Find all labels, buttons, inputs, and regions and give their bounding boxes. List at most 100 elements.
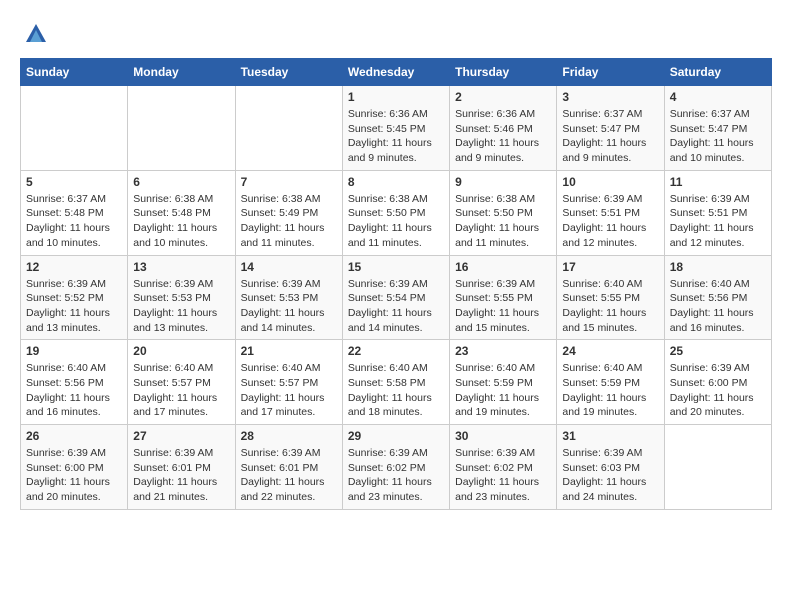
calendar-cell: 23Sunrise: 6:40 AMSunset: 5:59 PMDayligh… [450,340,557,425]
day-info: Sunrise: 6:39 AMSunset: 5:52 PMDaylight:… [26,277,122,336]
day-info: Sunrise: 6:36 AMSunset: 5:46 PMDaylight:… [455,107,551,166]
weekday-header-cell: Wednesday [342,59,449,86]
day-number: 9 [455,175,551,189]
calendar-cell: 1 Sunrise: 6:36 AMSunset: 5:45 PMDaylight… [342,86,449,171]
day-number: 20 [133,344,229,358]
day-number: 12 [26,260,122,274]
day-number: 8 [348,175,444,189]
calendar-cell: 9 Sunrise: 6:38 AMSunset: 5:50 PMDaylight… [450,170,557,255]
day-number: 13 [133,260,229,274]
weekday-header-cell: Sunday [21,59,128,86]
calendar-cell: 6 Sunrise: 6:38 AMSunset: 5:48 PMDaylight… [128,170,235,255]
calendar-cell: 27Sunrise: 6:39 AMSunset: 6:01 PMDayligh… [128,425,235,510]
calendar-cell: 20 Sunrise: 6:40 AMSunset: 5:57 PMDayligh… [128,340,235,425]
calendar-cell: 17 Sunrise: 6:40 AMSunset: 5:55 PMDayligh… [557,255,664,340]
calendar-cell: 25 Sunrise: 6:39 AMSunset: 6:00 PMDayligh… [664,340,771,425]
calendar-cell: 28 Sunrise: 6:39 AMSunset: 6:01 PMDayligh… [235,425,342,510]
day-info: Sunrise: 6:39 AMSunset: 5:51 PMDaylight:… [670,192,766,251]
day-info: Sunrise: 6:39 AMSunset: 5:51 PMDaylight:… [562,192,658,251]
day-number: 28 [241,429,337,443]
day-info: Sunrise: 6:37 AMSunset: 5:47 PMDaylight:… [562,107,658,166]
day-info: Sunrise: 6:38 AMSunset: 5:50 PMDaylight:… [348,192,444,251]
day-info: Sunrise: 6:39 AMSunset: 6:00 PMDaylight:… [26,446,122,505]
day-number: 4 [670,90,766,104]
day-info: Sunrise: 6:39 AMSunset: 6:01 PMDaylight:… [241,446,337,505]
calendar-week-row: 1 Sunrise: 6:36 AMSunset: 5:45 PMDaylight… [21,86,772,171]
day-info: Sunrise: 6:39 AMSunset: 6:02 PMDaylight:… [348,446,444,505]
calendar-cell [235,86,342,171]
calendar-cell: 13Sunrise: 6:39 AMSunset: 5:53 PMDayligh… [128,255,235,340]
calendar-body: 1 Sunrise: 6:36 AMSunset: 5:45 PMDaylight… [21,86,772,510]
calendar-cell: 5 Sunrise: 6:37 AMSunset: 5:48 PMDaylight… [21,170,128,255]
day-number: 24 [562,344,658,358]
day-info: Sunrise: 6:39 AMSunset: 5:55 PMDaylight:… [455,277,551,336]
calendar-cell: 19 Sunrise: 6:40 AMSunset: 5:56 PMDayligh… [21,340,128,425]
weekday-header-cell: Tuesday [235,59,342,86]
calendar-week-row: 26 Sunrise: 6:39 AMSunset: 6:00 PMDayligh… [21,425,772,510]
calendar-cell: 11Sunrise: 6:39 AMSunset: 5:51 PMDayligh… [664,170,771,255]
day-number: 1 [348,90,444,104]
day-number: 21 [241,344,337,358]
day-info: Sunrise: 6:40 AMSunset: 5:58 PMDaylight:… [348,361,444,420]
calendar-cell: 31 Sunrise: 6:39 AMSunset: 6:03 PMDayligh… [557,425,664,510]
day-number: 25 [670,344,766,358]
day-info: Sunrise: 6:40 AMSunset: 5:55 PMDaylight:… [562,277,658,336]
day-info: Sunrise: 6:39 AMSunset: 6:03 PMDaylight:… [562,446,658,505]
day-number: 10 [562,175,658,189]
logo [20,20,52,48]
day-number: 3 [562,90,658,104]
calendar-cell [128,86,235,171]
day-number: 26 [26,429,122,443]
weekday-header-cell: Friday [557,59,664,86]
calendar-cell: 4 Sunrise: 6:37 AMSunset: 5:47 PMDaylight… [664,86,771,171]
day-info: Sunrise: 6:40 AMSunset: 5:56 PMDaylight:… [26,361,122,420]
day-info: Sunrise: 6:39 AMSunset: 6:02 PMDaylight:… [455,446,551,505]
day-number: 16 [455,260,551,274]
day-info: Sunrise: 6:39 AMSunset: 5:54 PMDaylight:… [348,277,444,336]
calendar-cell: 29 Sunrise: 6:39 AMSunset: 6:02 PMDayligh… [342,425,449,510]
calendar-cell: 15 Sunrise: 6:39 AMSunset: 5:54 PMDayligh… [342,255,449,340]
day-number: 23 [455,344,551,358]
calendar-cell: 24 Sunrise: 6:40 AMSunset: 5:59 PMDayligh… [557,340,664,425]
calendar-cell: 14 Sunrise: 6:39 AMSunset: 5:53 PMDayligh… [235,255,342,340]
calendar-cell: 21 Sunrise: 6:40 AMSunset: 5:57 PMDayligh… [235,340,342,425]
day-info: Sunrise: 6:40 AMSunset: 5:57 PMDaylight:… [241,361,337,420]
calendar-cell: 12 Sunrise: 6:39 AMSunset: 5:52 PMDayligh… [21,255,128,340]
calendar-cell: 8 Sunrise: 6:38 AMSunset: 5:50 PMDaylight… [342,170,449,255]
day-number: 14 [241,260,337,274]
calendar-cell: 22 Sunrise: 6:40 AMSunset: 5:58 PMDayligh… [342,340,449,425]
calendar-cell: 2 Sunrise: 6:36 AMSunset: 5:46 PMDaylight… [450,86,557,171]
calendar-cell: 10 Sunrise: 6:39 AMSunset: 5:51 PMDayligh… [557,170,664,255]
day-info: Sunrise: 6:40 AMSunset: 5:57 PMDaylight:… [133,361,229,420]
calendar-cell: 3 Sunrise: 6:37 AMSunset: 5:47 PMDaylight… [557,86,664,171]
day-number: 22 [348,344,444,358]
day-number: 6 [133,175,229,189]
calendar-cell: 16 Sunrise: 6:39 AMSunset: 5:55 PMDayligh… [450,255,557,340]
calendar-week-row: 19 Sunrise: 6:40 AMSunset: 5:56 PMDayligh… [21,340,772,425]
day-number: 29 [348,429,444,443]
day-info: Sunrise: 6:39 AMSunset: 5:53 PMDaylight:… [241,277,337,336]
day-info: Sunrise: 6:37 AMSunset: 5:47 PMDaylight:… [670,107,766,166]
page-header [20,20,772,48]
day-number: 19 [26,344,122,358]
day-number: 31 [562,429,658,443]
calendar-cell: 30Sunrise: 6:39 AMSunset: 6:02 PMDayligh… [450,425,557,510]
day-number: 18 [670,260,766,274]
day-info: Sunrise: 6:38 AMSunset: 5:50 PMDaylight:… [455,192,551,251]
day-info: Sunrise: 6:37 AMSunset: 5:48 PMDaylight:… [26,192,122,251]
day-number: 15 [348,260,444,274]
calendar-week-row: 12 Sunrise: 6:39 AMSunset: 5:52 PMDayligh… [21,255,772,340]
calendar-week-row: 5 Sunrise: 6:37 AMSunset: 5:48 PMDaylight… [21,170,772,255]
day-number: 5 [26,175,122,189]
day-info: Sunrise: 6:40 AMSunset: 5:56 PMDaylight:… [670,277,766,336]
day-info: Sunrise: 6:40 AMSunset: 5:59 PMDaylight:… [562,361,658,420]
weekday-header-cell: Monday [128,59,235,86]
day-info: Sunrise: 6:36 AMSunset: 5:45 PMDaylight:… [348,107,444,166]
weekday-header-row: SundayMondayTuesdayWednesdayThursdayFrid… [21,59,772,86]
day-number: 2 [455,90,551,104]
calendar-cell: 7Sunrise: 6:38 AMSunset: 5:49 PMDaylight… [235,170,342,255]
day-number: 17 [562,260,658,274]
calendar-cell: 26 Sunrise: 6:39 AMSunset: 6:00 PMDayligh… [21,425,128,510]
day-info: Sunrise: 6:39 AMSunset: 6:00 PMDaylight:… [670,361,766,420]
day-info: Sunrise: 6:38 AMSunset: 5:48 PMDaylight:… [133,192,229,251]
